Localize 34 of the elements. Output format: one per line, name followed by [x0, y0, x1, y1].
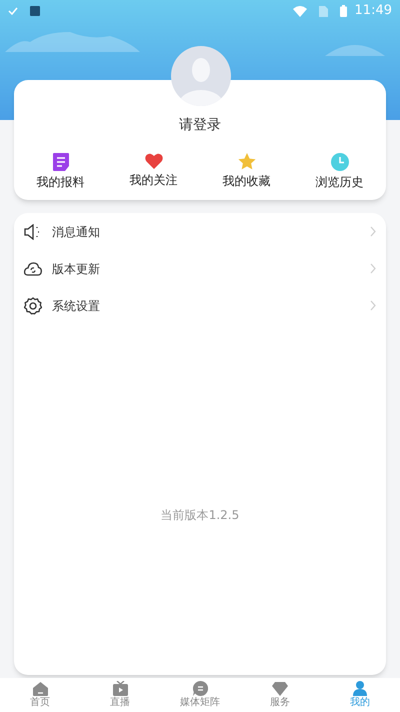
- version-text: 当前版本1.2.5: [160, 506, 240, 524]
- chat-bubble-icon: [192, 681, 208, 696]
- chevron-icon: [370, 300, 376, 311]
- document-icon: [52, 153, 68, 171]
- heart-icon: [144, 153, 162, 169]
- mountain-drawing: [325, 45, 385, 56]
- shortcut-label[interactable]: 我的报料: [36, 173, 84, 191]
- star-icon: [238, 153, 256, 170]
- shortcut-label[interactable]: 我的收藏: [222, 172, 270, 190]
- menu-item[interactable]: 版本更新: [14, 250, 386, 287]
- settings-icon: [24, 296, 42, 314]
- tab[interactable]: 直播: [80, 678, 160, 712]
- status-time: 11:49: [354, 2, 392, 20]
- shortcut-label[interactable]: 我的关注: [130, 171, 178, 189]
- diamond-icon: [272, 682, 288, 696]
- check-icon: [8, 7, 18, 15]
- person-icon: [353, 681, 367, 696]
- shortcut-label[interactable]: 浏览历史: [316, 173, 364, 191]
- menu-item[interactable]: 系统设置: [14, 287, 386, 324]
- cloud-refresh-icon: [24, 262, 42, 276]
- menu-item[interactable]: 消息通知: [14, 213, 386, 250]
- sim-icon: [318, 6, 328, 16]
- tab[interactable]: 首页: [0, 678, 80, 712]
- wifi-icon: [292, 6, 307, 16]
- login-prompt[interactable]: 请登录: [179, 117, 221, 133]
- notification-icon: [30, 6, 40, 16]
- tv-icon: [112, 681, 128, 696]
- speaker-icon: [24, 224, 42, 240]
- clock-icon: [330, 153, 348, 171]
- tab[interactable]: 媒体矩阵: [160, 678, 240, 712]
- tab[interactable]: 服务: [240, 678, 320, 712]
- chevron-icon: [370, 226, 376, 237]
- chevron-icon: [370, 263, 376, 274]
- house-icon: [32, 682, 48, 696]
